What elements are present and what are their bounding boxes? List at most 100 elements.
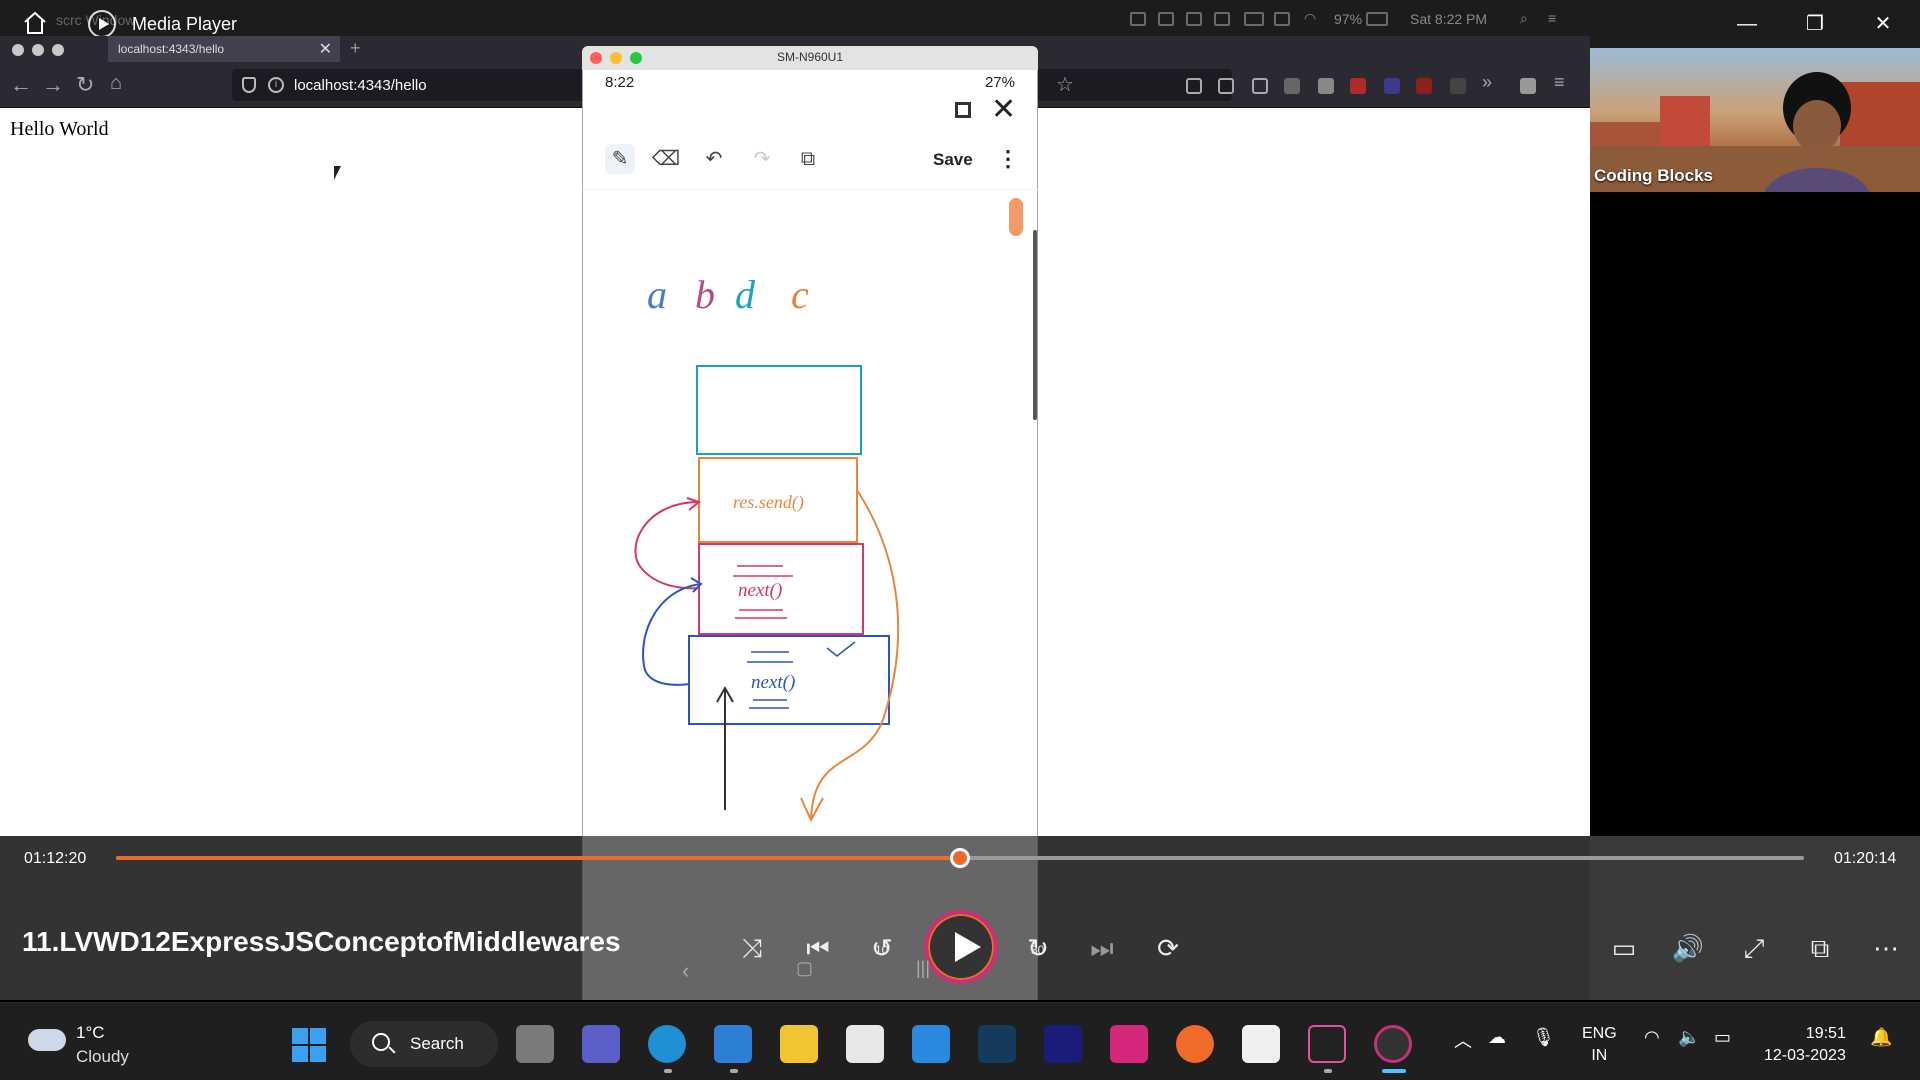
spotlight-icon: ⌕ xyxy=(1520,10,1528,26)
puzzle-icon[interactable] xyxy=(1318,78,1334,94)
tab-close-icon[interactable]: ✕ xyxy=(319,39,332,59)
phone-back-icon[interactable]: ‹ xyxy=(682,958,689,984)
restore-icon[interactable]: ❐ xyxy=(1792,10,1838,38)
vscode-running-indicator xyxy=(730,1069,738,1073)
shuffle-icon[interactable]: ⤨ xyxy=(734,930,770,966)
onedrive-icon[interactable]: ☁ xyxy=(1488,1027,1506,1048)
wifi-icon[interactable]: ◠ xyxy=(1644,1027,1660,1048)
forward-icon[interactable]: → xyxy=(42,72,64,98)
language-indicator[interactable]: ENG IN xyxy=(1582,1023,1617,1067)
taskbar-date: 12-03-2023 xyxy=(1764,1047,1846,1064)
seek-thumb[interactable] xyxy=(950,848,970,868)
undo-icon[interactable]: ↶ xyxy=(699,144,729,174)
edge-running-indicator xyxy=(664,1069,672,1073)
browser-home-icon[interactable]: ⌂ xyxy=(110,72,122,95)
back-icon[interactable]: ← xyxy=(10,72,32,98)
extension-icon[interactable] xyxy=(1284,78,1300,94)
language-top: ENG xyxy=(1582,1025,1617,1042)
notification-icon[interactable]: 🔔 xyxy=(1870,1027,1892,1048)
blue-extension-icon[interactable] xyxy=(1384,78,1400,94)
overflow-icon[interactable]: » xyxy=(1482,72,1492,93)
seek-bar-progress xyxy=(116,856,960,860)
phone-close-icon[interactable]: ✕ xyxy=(991,92,1016,127)
miniplayer-icon[interactable]: ⧉ xyxy=(1802,930,1838,966)
microsoft-store-icon[interactable] xyxy=(846,1025,884,1063)
windows-start-icon[interactable] xyxy=(292,1028,328,1064)
next-icon[interactable]: ⏭ xyxy=(1084,930,1120,966)
drawing-arrow-blue xyxy=(642,583,702,686)
cloud-weather-icon[interactable] xyxy=(28,1029,66,1051)
extension-grey-icon[interactable] xyxy=(1450,78,1466,94)
instagram-icon[interactable] xyxy=(1110,1025,1148,1063)
close-icon[interactable]: ✕ xyxy=(1860,10,1906,38)
volume-icon[interactable]: 🔊 xyxy=(1670,930,1706,966)
bookmark-star-icon[interactable]: ☆ xyxy=(1056,72,1074,97)
reload-icon[interactable]: ↻ xyxy=(76,72,94,98)
teams-chat-icon[interactable] xyxy=(582,1025,620,1063)
new-tab-icon[interactable]: + xyxy=(350,38,361,59)
media-player-taskbar-icon[interactable] xyxy=(1374,1025,1412,1063)
skip-back-seconds: 10 xyxy=(875,943,889,957)
expand-icon[interactable] xyxy=(955,102,971,118)
task-view-icon[interactable] xyxy=(516,1025,554,1063)
ublock-icon[interactable] xyxy=(1416,78,1432,94)
taskbar-search[interactable]: Search xyxy=(350,1021,498,1067)
phone-recents-icon[interactable]: ||| xyxy=(916,958,930,979)
eraser-icon[interactable]: ⌫ xyxy=(651,144,681,174)
taskbar-clock[interactable]: 19:51 12-03-2023 xyxy=(1764,1023,1846,1067)
repeat-icon[interactable]: ⟳ xyxy=(1150,930,1186,966)
sidebar-icon[interactable] xyxy=(1252,78,1268,94)
shield-icon xyxy=(242,77,256,93)
edge-icon[interactable] xyxy=(648,1025,686,1063)
notification-center-icon: ≡ xyxy=(1548,10,1557,26)
cloud-icon xyxy=(1186,12,1202,26)
browser-tab[interactable]: localhost:4343/hello ✕ xyxy=(108,36,340,62)
middleware-drawing: a b d c res.send() next() next() xyxy=(634,272,900,823)
mongodb-compass-icon[interactable] xyxy=(1242,1025,1280,1063)
terminal-running-indicator xyxy=(1324,1069,1332,1073)
mysql-workbench-icon[interactable] xyxy=(978,1025,1016,1063)
red-extension-icon[interactable] xyxy=(1350,78,1366,94)
wrench-icon[interactable] xyxy=(1186,78,1202,94)
phone-home-icon[interactable]: ▢ xyxy=(796,958,813,979)
play-icon[interactable] xyxy=(924,910,998,984)
hamburger-menu-icon[interactable]: ≡ xyxy=(1554,72,1565,93)
minimize-icon[interactable]: — xyxy=(1724,10,1770,38)
browser-minimize-dot[interactable] xyxy=(32,44,44,56)
terminal-icon[interactable] xyxy=(1308,1025,1346,1063)
taskbar-time: 19:51 xyxy=(1805,1025,1846,1042)
screen-icon xyxy=(1130,12,1146,26)
hidden-icons-chevron-icon[interactable]: ︿ xyxy=(1454,1027,1472,1053)
browser-zoom-dot[interactable] xyxy=(52,44,64,56)
fullscreen-icon[interactable]: ⤢ xyxy=(1736,930,1772,966)
pen-icon[interactable]: ✎ xyxy=(605,144,635,174)
weather-description[interactable]: Cloudy xyxy=(76,1047,129,1067)
vscode-icon[interactable] xyxy=(714,1025,752,1063)
weather-temperature[interactable]: 1°C xyxy=(76,1023,105,1043)
mail-icon[interactable] xyxy=(912,1025,950,1063)
select-icon[interactable]: ⧉ xyxy=(793,144,823,174)
more-options-icon[interactable]: ⋮ xyxy=(997,146,1019,172)
seek-bar[interactable] xyxy=(116,848,1804,868)
skip-back-icon[interactable]: ↺ 10 xyxy=(864,930,900,966)
phone-window-title: SM-N960U1 xyxy=(776,50,844,64)
skip-forward-icon[interactable]: ↻ 30 xyxy=(1020,930,1056,966)
info-icon[interactable]: i xyxy=(268,77,284,93)
total-time: 01:20:14 xyxy=(1834,850,1897,867)
taskbar-volume-icon[interactable]: 🔈 xyxy=(1678,1027,1700,1048)
intellij-icon[interactable] xyxy=(1044,1025,1082,1063)
drawing-arrow-pink xyxy=(634,501,700,590)
home-icon[interactable] xyxy=(22,10,48,36)
library-icon[interactable] xyxy=(1218,78,1234,94)
redo-icon[interactable]: ↷ xyxy=(747,144,777,174)
file-explorer-icon[interactable] xyxy=(780,1025,818,1063)
save-button[interactable]: Save xyxy=(933,150,973,170)
taskbar: 1°C Cloudy Search ︿ ☁ 🎙 ENG IN ◠ 🔈 ▭ 19:… xyxy=(0,1002,1920,1080)
postman-icon[interactable] xyxy=(1176,1025,1214,1063)
more-icon[interactable]: ⋯ xyxy=(1868,930,1904,966)
extensions-menu-icon[interactable] xyxy=(1520,78,1536,94)
microphone-icon[interactable]: 🎙 xyxy=(1532,1027,1555,1048)
battery-icon[interactable]: ▭ xyxy=(1714,1027,1731,1048)
captions-icon[interactable]: ▭ xyxy=(1606,930,1642,966)
browser-close-dot[interactable] xyxy=(12,44,24,56)
